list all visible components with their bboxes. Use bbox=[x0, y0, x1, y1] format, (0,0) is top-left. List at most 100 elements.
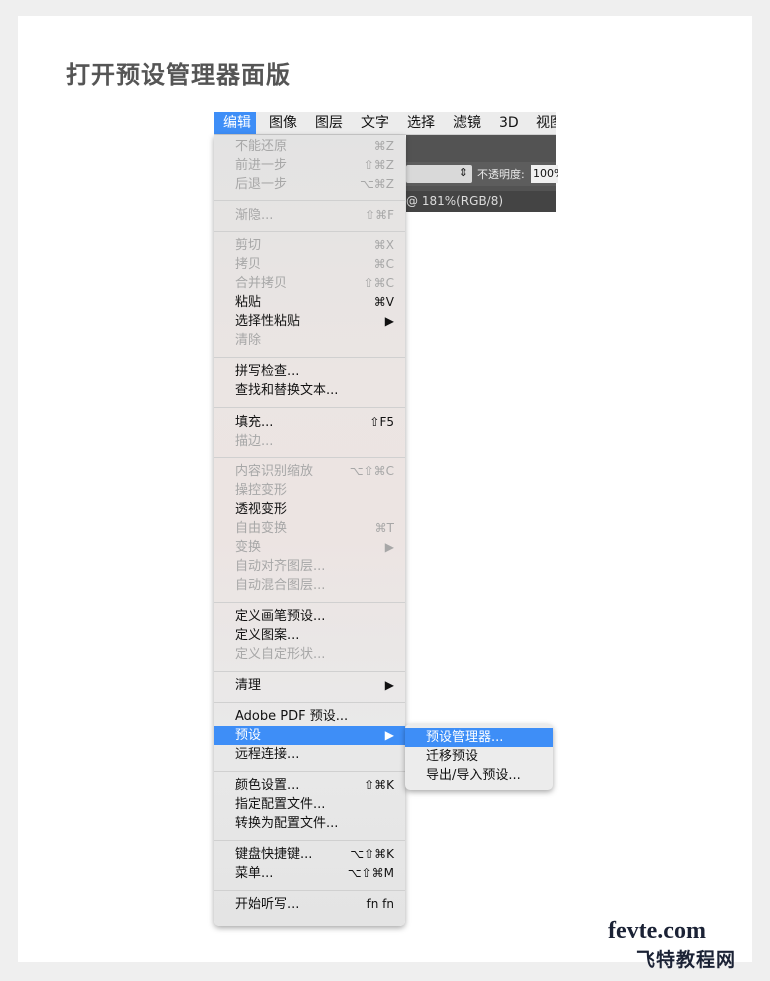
menu-item-label: 后退一步 bbox=[235, 177, 288, 192]
menu-item-define-custom-shape[interactable]: 定义自定形状... bbox=[214, 645, 405, 664]
menu-item-label: 清理 bbox=[235, 678, 262, 693]
menu-item-label: 合并拷贝 bbox=[235, 276, 288, 291]
shortcut: ⌥⇧⌘M bbox=[347, 866, 394, 880]
menu-item-paste-special[interactable]: 选择性粘贴 ▶ bbox=[214, 312, 405, 331]
submenu-item-preset-manager[interactable]: 预设管理器... bbox=[405, 728, 553, 747]
menu-item-adobe-pdf-presets[interactable]: Adobe PDF 预设... bbox=[214, 707, 405, 726]
document-tab[interactable]: @ 181%(RGB/8) bbox=[406, 191, 556, 212]
edit-menu: 不能还原 ⌘Z 前进一步 ⇧⌘Z 后退一步 ⌥⌘Z 渐隐... ⇧⌘F 剪切 ⌘X 拷贝 ⌘… bbox=[214, 135, 405, 926]
menu-item-auto-blend-layers[interactable]: 自动混合图层... bbox=[214, 576, 405, 595]
menu-item-label: 自动对齐图层... bbox=[235, 559, 326, 574]
menu-item-puppet-warp[interactable]: 操控变形 bbox=[214, 481, 405, 500]
menu-item-label: 定义图案... bbox=[235, 628, 300, 643]
blend-mode-select[interactable]: ⇕ bbox=[406, 165, 472, 183]
menu-item-label: 自动混合图层... bbox=[235, 578, 326, 593]
menu-separator bbox=[214, 602, 405, 603]
menu-item-copy-merged[interactable]: 合并拷贝 ⇧⌘C bbox=[214, 274, 405, 293]
menu-item-paste[interactable]: 粘贴 ⌘V bbox=[214, 293, 405, 312]
menu-item-stroke[interactable]: 描边... bbox=[214, 432, 405, 451]
submenu-item-label: 预设管理器... bbox=[426, 730, 504, 745]
menu-item-step-backward[interactable]: 后退一步 ⌥⌘Z bbox=[214, 175, 405, 194]
opacity-label: 不透明度: bbox=[477, 168, 525, 181]
menu-item-assign-profile[interactable]: 指定配置文件... bbox=[214, 795, 405, 814]
shortcut: ⇧F5 bbox=[369, 415, 394, 429]
menu-image[interactable]: 图像 bbox=[269, 112, 297, 134]
menu-view[interactable]: 视图 bbox=[536, 112, 556, 134]
menu-item-label: 颜色设置... bbox=[235, 778, 300, 793]
menu-item-label: 开始听写... bbox=[235, 897, 300, 912]
menu-separator bbox=[214, 457, 405, 458]
menu-item-copy[interactable]: 拷贝 ⌘C bbox=[214, 255, 405, 274]
menu-item-purge[interactable]: 清理 ▶ bbox=[214, 676, 405, 695]
submenu-item-migrate-presets[interactable]: 迁移预设 bbox=[405, 747, 553, 766]
menu-select[interactable]: 选择 bbox=[407, 112, 435, 134]
menu-item-start-dictation[interactable]: 开始听写... fn fn bbox=[214, 895, 405, 914]
menu-item-label: 操控变形 bbox=[235, 483, 288, 498]
menu-item-spell-check[interactable]: 拼写检查... bbox=[214, 362, 405, 381]
site-logo: fevte.com 飞特教程网 bbox=[608, 918, 758, 971]
menu-item-perspective-warp[interactable]: 透视变形 bbox=[214, 500, 405, 519]
menu-edit[interactable]: 编辑 bbox=[214, 112, 256, 134]
photoshop-options-panel: ⇕ 不透明度: 100% @ 181%(RGB/8) bbox=[406, 134, 558, 212]
menu-item-undo[interactable]: 不能还原 ⌘Z bbox=[214, 137, 405, 156]
menu-item-fade[interactable]: 渐隐... ⇧⌘F bbox=[214, 206, 405, 225]
menu-item-label: 粘贴 bbox=[235, 295, 262, 310]
shortcut: ⌥⇧⌘C bbox=[349, 464, 394, 478]
menu-item-label: 内容识别缩放 bbox=[235, 464, 314, 479]
menu-item-cut[interactable]: 剪切 ⌘X bbox=[214, 236, 405, 255]
submenu-item-export-import-presets[interactable]: 导出/导入预设... bbox=[405, 766, 553, 785]
menu-layer[interactable]: 图层 bbox=[315, 112, 343, 134]
menu-separator bbox=[214, 890, 405, 891]
menu-item-free-transform[interactable]: 自由变换 ⌘T bbox=[214, 519, 405, 538]
menu-separator bbox=[214, 671, 405, 672]
menu-item-label: 远程连接... bbox=[235, 747, 300, 762]
presets-submenu: 预设管理器... 迁移预设 导出/导入预设... bbox=[405, 724, 553, 790]
menu-item-content-aware-scale[interactable]: 内容识别缩放 ⌥⇧⌘C bbox=[214, 462, 405, 481]
shortcut: ⌘X bbox=[373, 238, 394, 252]
menu-item-label: 选择性粘贴 bbox=[235, 314, 301, 329]
shortcut: ⌘V bbox=[373, 295, 394, 309]
menu-item-label: Adobe PDF 预设... bbox=[235, 709, 349, 724]
shortcut: ⇧⌘K bbox=[364, 778, 394, 792]
logo-chinese-text: 飞特教程网 bbox=[636, 949, 737, 971]
menu-type[interactable]: 文字 bbox=[361, 112, 389, 134]
menu-item-define-pattern[interactable]: 定义图案... bbox=[214, 626, 405, 645]
menu-item-remote-connections[interactable]: 远程连接... bbox=[214, 745, 405, 764]
menu-item-color-settings[interactable]: 颜色设置... ⇧⌘K bbox=[214, 776, 405, 795]
menu-item-label: 自由变换 bbox=[235, 521, 288, 536]
menu-item-label: 定义自定形状... bbox=[235, 647, 326, 662]
menu-item-label: 描边... bbox=[235, 434, 274, 449]
menu-3d[interactable]: 3D bbox=[499, 112, 519, 134]
shortcut: fn fn bbox=[366, 897, 394, 911]
menu-item-label: 剪切 bbox=[235, 238, 262, 253]
menu-separator bbox=[214, 407, 405, 408]
menu-item-label: 拼写检查... bbox=[235, 364, 300, 379]
menu-item-keyboard-shortcuts[interactable]: 键盘快捷键... ⌥⇧⌘K bbox=[214, 845, 405, 864]
menu-item-label: 变换 bbox=[235, 540, 262, 555]
shortcut: ⇧⌘F bbox=[365, 208, 394, 222]
shortcut: ⌘Z bbox=[373, 139, 394, 153]
shortcut: ⇧⌘Z bbox=[363, 158, 394, 172]
menu-item-label: 拷贝 bbox=[235, 257, 262, 272]
shortcut: ⌘C bbox=[373, 257, 394, 271]
menu-item-label: 渐隐... bbox=[235, 208, 274, 223]
menu-filter[interactable]: 滤镜 bbox=[453, 112, 481, 134]
submenu-arrow-icon: ▶ bbox=[384, 728, 394, 742]
menu-item-convert-profile[interactable]: 转换为配置文件... bbox=[214, 814, 405, 833]
menu-item-clear[interactable]: 清除 bbox=[214, 331, 405, 350]
menu-item-step-forward[interactable]: 前进一步 ⇧⌘Z bbox=[214, 156, 405, 175]
menu-item-label: 菜单... bbox=[235, 866, 274, 881]
menu-item-auto-align-layers[interactable]: 自动对齐图层... bbox=[214, 557, 405, 576]
menu-item-label: 定义画笔预设... bbox=[235, 609, 326, 624]
menu-item-fill[interactable]: 填充... ⇧F5 bbox=[214, 413, 405, 432]
menubar: 编辑 图像 图层 文字 选择 滤镜 3D 视图 bbox=[214, 112, 556, 135]
menu-item-define-brush[interactable]: 定义画笔预设... bbox=[214, 607, 405, 626]
menu-item-transform[interactable]: 变换 ▶ bbox=[214, 538, 405, 557]
menu-item-find-replace[interactable]: 查找和替换文本... bbox=[214, 381, 405, 400]
submenu-arrow-icon: ▶ bbox=[384, 540, 394, 554]
menu-item-label: 预设 bbox=[235, 728, 262, 743]
menu-item-presets[interactable]: 预设 ▶ bbox=[214, 726, 405, 745]
menu-item-menus[interactable]: 菜单... ⌥⇧⌘M bbox=[214, 864, 405, 883]
opacity-input[interactable]: 100% bbox=[531, 165, 558, 183]
menu-separator bbox=[214, 840, 405, 841]
